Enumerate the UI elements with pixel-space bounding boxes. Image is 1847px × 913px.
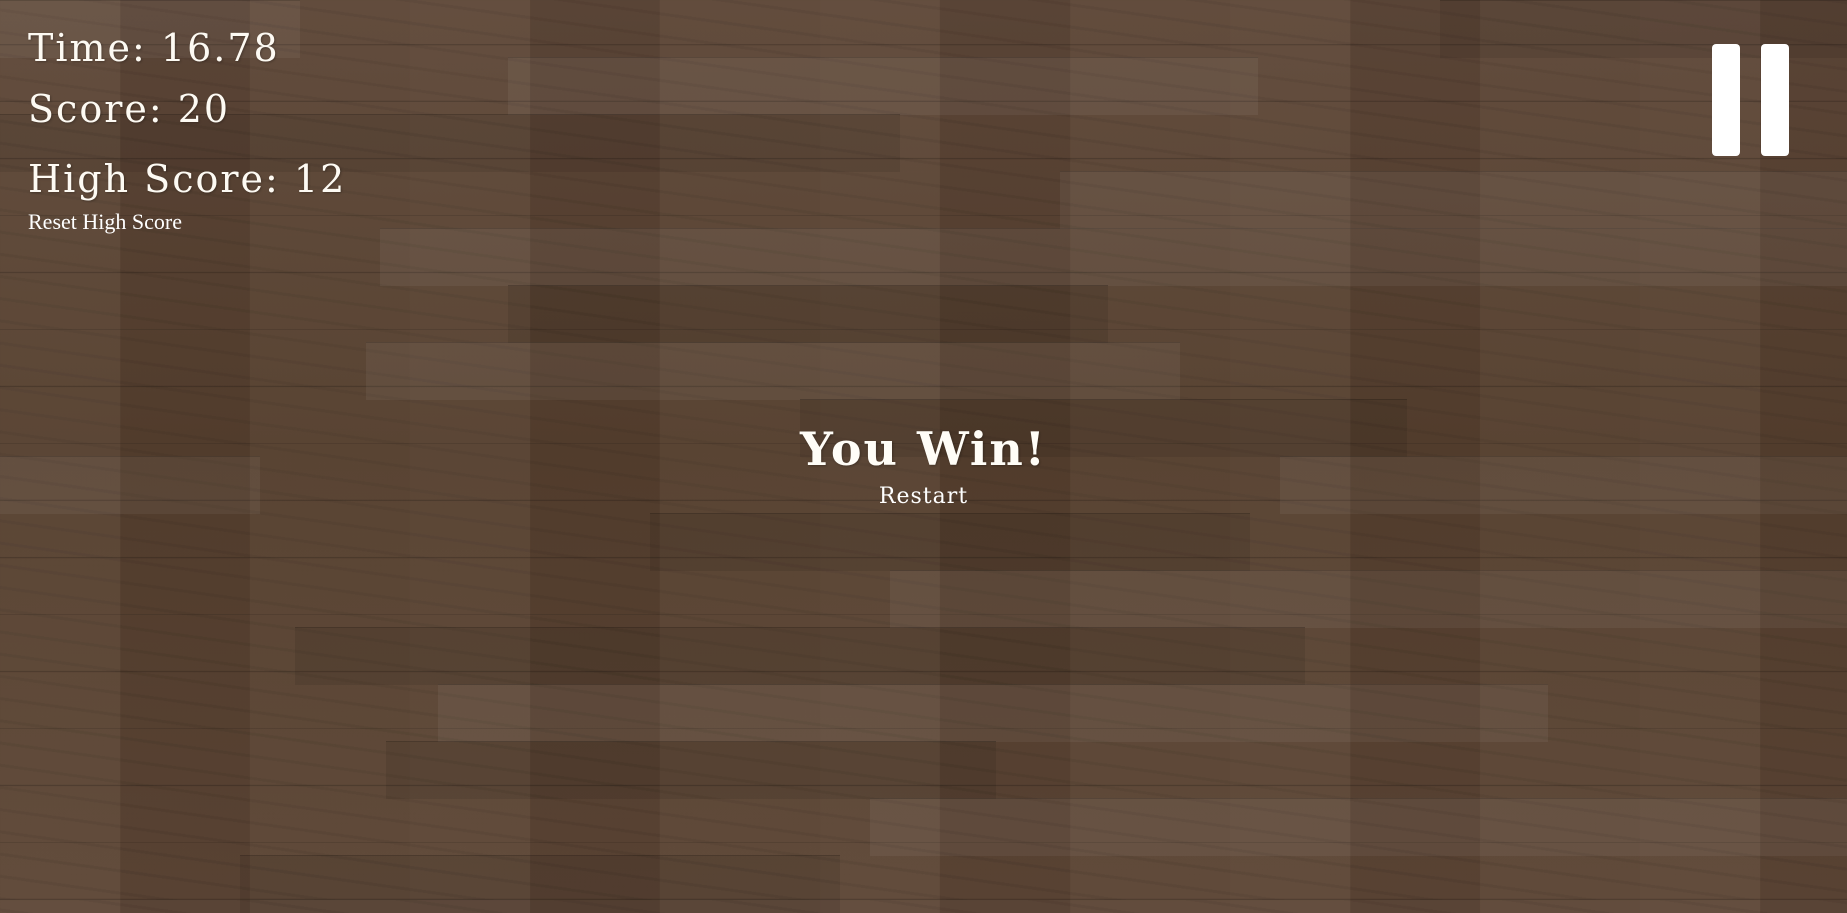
pause-icon-bar <box>1712 44 1740 156</box>
floor-plank <box>240 855 840 913</box>
restart-button[interactable]: Restart <box>879 484 968 509</box>
floor-plank <box>890 570 1847 628</box>
win-overlay: You Win! Restart <box>0 422 1847 509</box>
floor-plank <box>1060 171 1847 229</box>
reset-high-score-button[interactable]: Reset High Score <box>28 209 182 235</box>
hud-panel: Time: 16.78 Score: 20 High Score: 12 Res… <box>28 24 346 235</box>
floor-plank <box>650 513 1250 571</box>
floor-plank <box>366 342 1180 400</box>
pause-button[interactable] <box>1712 44 1789 156</box>
pause-icon-bar <box>1761 44 1789 156</box>
time-display: Time: 16.78 <box>28 26 280 70</box>
floor-plank <box>508 285 1108 343</box>
floor-plank <box>295 627 1305 685</box>
floor-plank <box>508 57 1258 115</box>
floor-plank <box>438 684 1548 742</box>
floor-plank <box>386 741 996 799</box>
floor-plank <box>380 228 1847 286</box>
win-title: You Win! <box>800 422 1047 476</box>
floor-plank <box>870 798 1847 856</box>
high-score-display: High Score: 12 <box>28 157 347 201</box>
score-display: Score: 20 <box>28 87 231 131</box>
